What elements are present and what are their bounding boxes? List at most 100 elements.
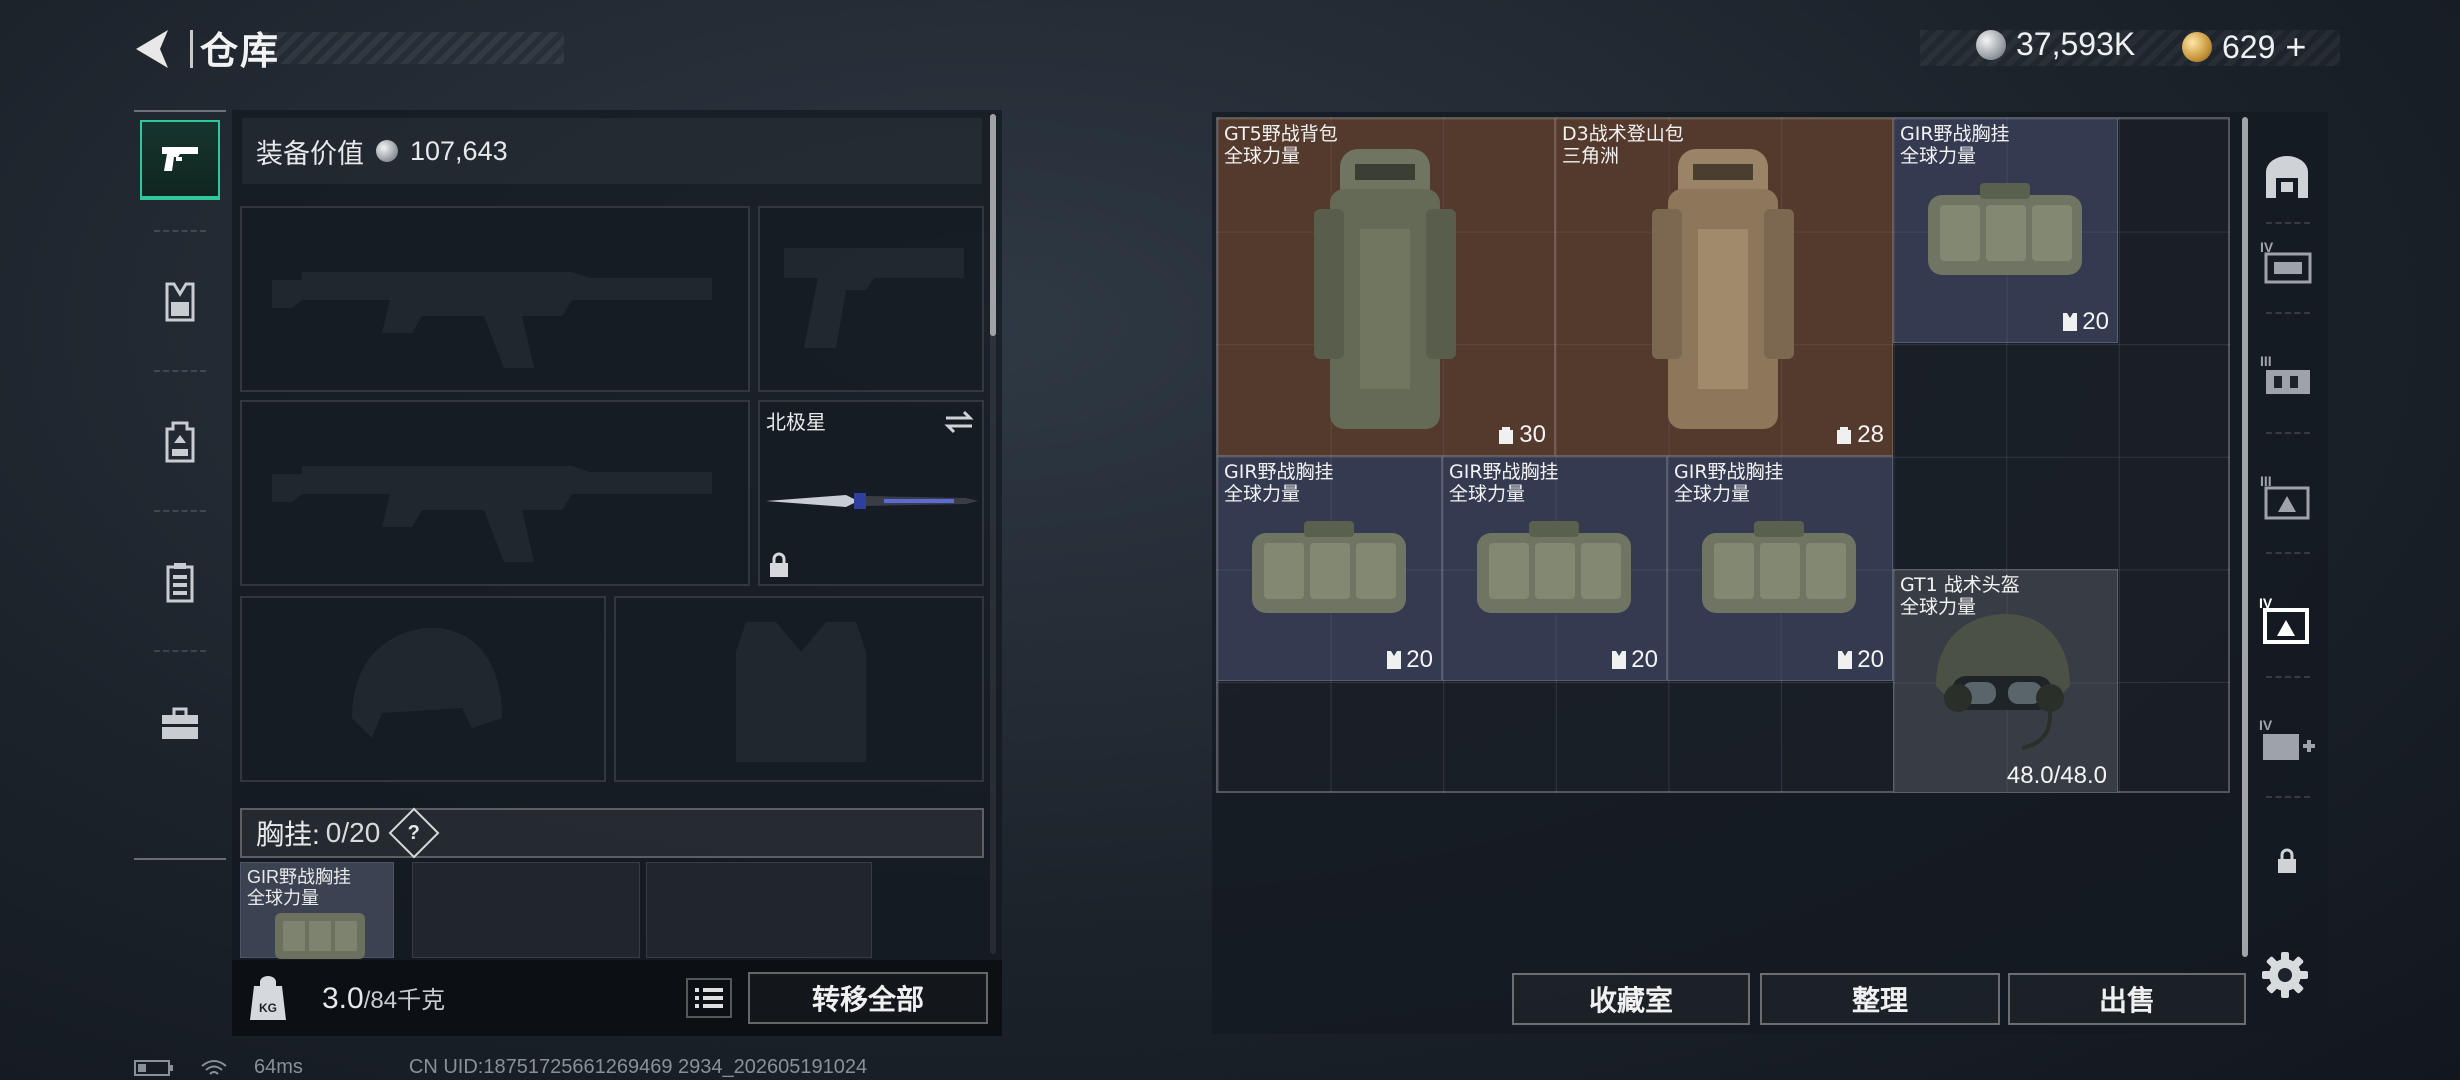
stash-item-helmet[interactable]: GT1 战术头盔 全球力量 48.0/48.0	[1893, 569, 2118, 793]
stash-item-chest-rig[interactable]: GIR野战胸挂 全球力量 20	[1893, 118, 2118, 343]
list-view-button[interactable]	[686, 978, 732, 1018]
item-sub: 全球力量	[1674, 483, 1751, 505]
right-nav-box-3[interactable]: III	[2252, 462, 2322, 532]
stash-scrollbar[interactable]	[2242, 117, 2248, 957]
chest-rig-pocket[interactable]	[646, 862, 872, 958]
item-name: GIR野战胸挂	[1449, 461, 1559, 483]
back-arrow-icon[interactable]	[128, 26, 178, 72]
nav-toolbox[interactable]	[140, 684, 220, 764]
gold-currency[interactable]: 629 +	[2182, 26, 2306, 68]
chest-rig-capacity-icon	[1612, 651, 1627, 669]
capacity-value: 20	[1857, 646, 1884, 673]
chest-rig-item-icon	[1252, 521, 1406, 613]
armor-silhouette-icon	[736, 622, 866, 762]
capacity-value: 20	[1631, 646, 1658, 673]
equipment-value-bar: 装备价值 107,643	[242, 118, 982, 184]
nav-divider	[154, 510, 206, 512]
backpack-capacity-icon	[1837, 427, 1852, 444]
equipment-category-nav	[134, 110, 226, 860]
chest-rig-label: 胸挂:	[256, 819, 320, 850]
tier3-box-icon: III	[2260, 473, 2310, 520]
weight-readout: 3.0/84千克	[322, 980, 445, 1016]
chest-rig-capacity-icon	[2063, 313, 2078, 331]
help-mark: ?	[408, 821, 421, 844]
tier4-storage-icon: IV	[2260, 239, 2312, 284]
chest-rig-slot[interactable]: GIR野战胸挂 全球力量	[240, 862, 394, 959]
chest-rig-header: 胸挂: 0/20 ?	[240, 807, 984, 859]
helmet-slot[interactable]	[240, 596, 606, 782]
right-nav-locked[interactable]	[2252, 826, 2322, 896]
uid-text: CN UID:18751725661269469 2934_2026051910…	[408, 1056, 868, 1078]
item-name: GIR野战胸挂	[1224, 461, 1334, 483]
backpack-item-icon	[1314, 149, 1456, 429]
chest-rig-item-icon	[1928, 183, 2082, 275]
item-sub: 全球力量	[1449, 483, 1526, 505]
svg-text:III: III	[2260, 353, 2272, 369]
chest-rig-item-name: GIR野战胸挂	[247, 867, 352, 887]
body-armor-slot[interactable]	[614, 596, 984, 782]
transfer-all-button[interactable]: 转移全部	[748, 972, 988, 1024]
weight-current: 3.0	[322, 982, 364, 1015]
weight-max: /84千克	[363, 987, 446, 1014]
svg-text:IV: IV	[2259, 717, 2273, 733]
melee-slot[interactable]: 北极星	[758, 400, 984, 586]
chest-rig-capacity-icon	[1387, 651, 1402, 669]
nav-divider	[2266, 676, 2310, 678]
item-capacity: 20	[1837, 646, 1884, 674]
nav-armor[interactable]	[140, 542, 220, 622]
right-nav-box-4[interactable]: IV	[2252, 586, 2322, 656]
item-capacity: 20	[1611, 646, 1658, 674]
stash-item-backpack[interactable]: GT5野战背包 全球力量 30	[1217, 118, 1555, 456]
rifle-silhouette-icon	[272, 466, 712, 562]
pistol-icon	[162, 147, 198, 171]
right-nav-medkit-4[interactable]: IV	[2252, 706, 2322, 776]
help-button[interactable]: ?	[388, 807, 440, 859]
gold-coin-icon	[2182, 32, 2212, 62]
equipment-scrollbar[interactable]	[990, 114, 996, 336]
item-sub: 全球力量	[1900, 145, 1977, 167]
stash-item-chest-rig[interactable]: GIR野战胸挂 全球力量 20	[1442, 456, 1667, 681]
capacity-value: 20	[2082, 308, 2109, 335]
settings-button[interactable]	[2262, 952, 2312, 1002]
right-nav-vault[interactable]	[2252, 142, 2322, 212]
tier4-box-icon: IV	[2259, 595, 2309, 644]
gear-icon	[2262, 952, 2308, 998]
chest-rig-pocket[interactable]	[412, 862, 640, 958]
armor-icon	[166, 563, 194, 603]
stash-item-chest-rig[interactable]: GIR野战胸挂 全球力量 20	[1667, 456, 1893, 681]
nav-backpack[interactable]	[140, 402, 220, 482]
sell-button[interactable]: 出售	[2008, 973, 2246, 1025]
pistol-slot[interactable]	[758, 206, 984, 392]
chest-rig-icon	[165, 282, 195, 322]
nav-divider	[154, 370, 206, 372]
right-nav-storage-4[interactable]: IV	[2252, 228, 2322, 298]
item-capacity: 28	[1835, 421, 1884, 449]
right-nav-storage-3[interactable]: III	[2252, 342, 2322, 412]
swap-icon[interactable]	[944, 410, 974, 434]
stash-item-chest-rig[interactable]: GIR野战胸挂 全球力量 20	[1217, 456, 1442, 681]
capacity-value: 20	[1406, 646, 1433, 673]
add-currency-button[interactable]: +	[2285, 26, 2306, 68]
organize-button[interactable]: 整理	[1760, 973, 2000, 1025]
primary-weapon-slot[interactable]	[240, 206, 750, 392]
equipment-value-label: 装备价值	[256, 138, 364, 169]
collection-room-button[interactable]: 收藏室	[1512, 973, 1750, 1025]
nav-divider	[2266, 222, 2310, 224]
nav-chest-rig[interactable]	[140, 262, 220, 342]
lock-icon	[2278, 848, 2296, 873]
capacity-value: 28	[1857, 421, 1884, 448]
nav-divider	[154, 230, 206, 232]
item-capacity: 20	[2062, 308, 2109, 336]
equipment-value-amount: 107,643	[410, 135, 508, 166]
secondary-weapon-slot[interactable]	[240, 400, 750, 586]
item-capacity: 30	[1497, 421, 1546, 449]
silver-coin-icon	[376, 140, 398, 162]
weight-icon: KG	[250, 976, 286, 1020]
nav-weapons[interactable]	[140, 120, 220, 200]
tier4-medkit-icon: IV	[2259, 717, 2315, 760]
stash-item-backpack[interactable]: D3战术登山包 三角洲 28	[1555, 118, 1893, 456]
backpack-capacity-icon	[1499, 427, 1514, 444]
backpack-item-icon	[1652, 149, 1794, 429]
knife-icon	[766, 493, 978, 509]
status-footer: 64ms CN UID:18751725661269469 2934_20260…	[134, 1056, 867, 1079]
